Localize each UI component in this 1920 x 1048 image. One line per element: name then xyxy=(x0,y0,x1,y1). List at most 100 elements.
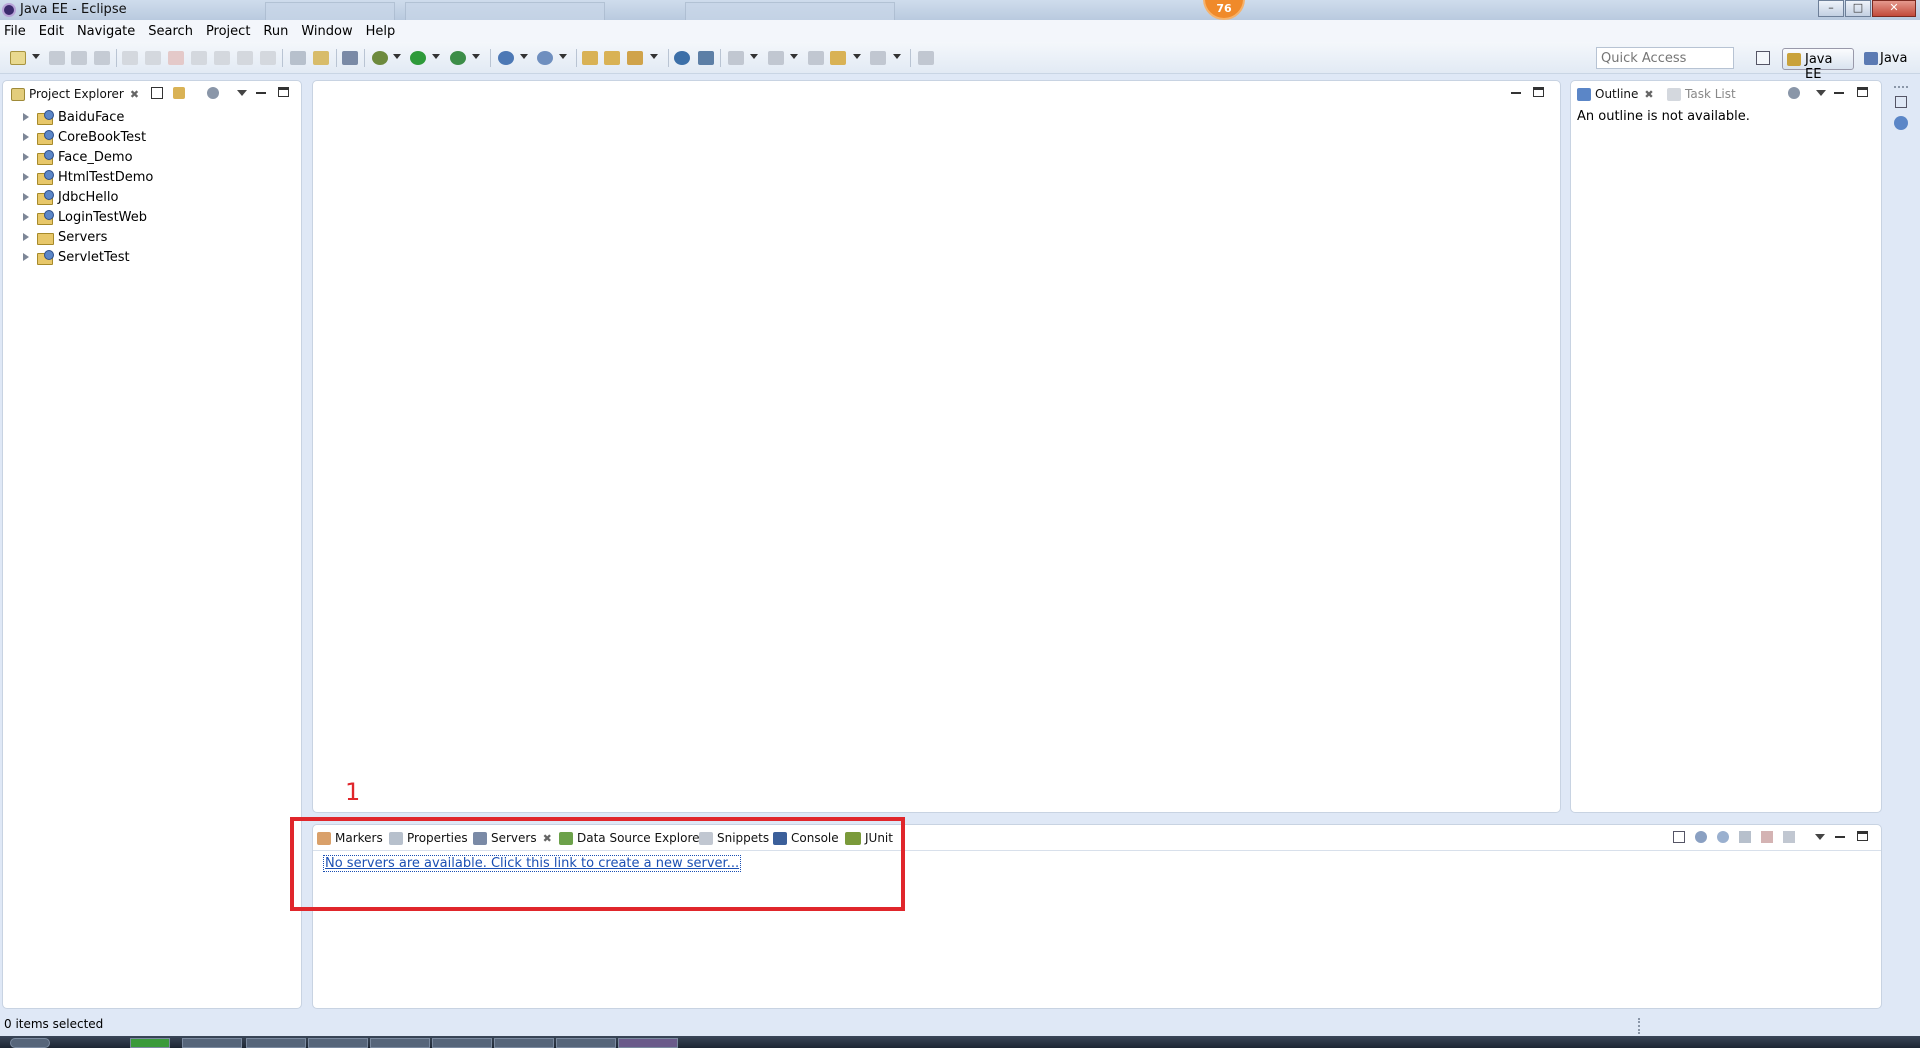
help-icon[interactable] xyxy=(1894,116,1908,130)
focus-icon[interactable] xyxy=(1788,87,1800,99)
suspend-icon[interactable] xyxy=(145,51,161,65)
new-icon[interactable] xyxy=(10,51,26,65)
expand-arrow-icon[interactable] xyxy=(23,213,29,221)
perspective-java-button[interactable]: Java xyxy=(1860,48,1918,70)
maximize-icon[interactable] xyxy=(1857,87,1868,97)
trim-handle[interactable] xyxy=(1894,86,1908,88)
tree-item-corebooktest[interactable]: CoreBookTest xyxy=(23,128,146,146)
disconnect-icon[interactable] xyxy=(191,51,207,65)
restore-icon[interactable] xyxy=(1895,96,1907,108)
search-dropdown-icon[interactable] xyxy=(650,54,658,59)
new-web-dropdown-icon[interactable] xyxy=(559,54,567,59)
new-server-icon[interactable] xyxy=(498,51,514,65)
tree-item-htmltestdemo[interactable]: HtmlTestDemo xyxy=(23,168,153,186)
build-icon[interactable] xyxy=(698,51,714,65)
last-edit-icon[interactable] xyxy=(808,51,824,65)
menu-file[interactable]: File xyxy=(4,24,26,39)
focus-icon[interactable] xyxy=(207,87,219,99)
minimize-icon[interactable] xyxy=(255,87,267,99)
close-icon[interactable]: ✖ xyxy=(130,88,139,101)
skip-breakpoints-icon[interactable] xyxy=(342,51,358,65)
open-console-icon[interactable] xyxy=(290,51,306,65)
taskbar-app[interactable] xyxy=(130,1038,170,1048)
publish-icon[interactable] xyxy=(1783,831,1795,843)
taskbar-app[interactable] xyxy=(432,1038,492,1048)
prev-annotation-dropdown-icon[interactable] xyxy=(790,54,798,59)
tree-item-servlettest[interactable]: ServletTest xyxy=(23,248,130,266)
tab-outline[interactable]: Outline ✖ xyxy=(1577,85,1654,103)
tree-item-servers[interactable]: Servers xyxy=(23,228,107,246)
perspective-java-ee-button[interactable]: Java EE xyxy=(1782,48,1854,82)
next-annotation-icon[interactable] xyxy=(728,51,744,65)
search-tool-icon[interactable] xyxy=(627,51,643,65)
taskbar-app[interactable] xyxy=(556,1038,616,1048)
notification-badge[interactable]: 76 xyxy=(1203,0,1245,20)
run-icon[interactable] xyxy=(410,51,426,65)
taskbar-app-eclipse[interactable] xyxy=(618,1038,678,1048)
menu-search[interactable]: Search xyxy=(148,24,193,39)
new-web-icon[interactable] xyxy=(537,51,553,65)
expand-arrow-icon[interactable] xyxy=(23,193,29,201)
taskbar-app[interactable] xyxy=(370,1038,430,1048)
start-button[interactable] xyxy=(10,1038,50,1048)
open-type-icon[interactable] xyxy=(582,51,598,65)
expand-arrow-icon[interactable] xyxy=(23,233,29,241)
collapse-all-icon[interactable] xyxy=(151,87,163,99)
menu-navigate[interactable]: Navigate xyxy=(77,24,135,39)
menu-run[interactable]: Run xyxy=(263,24,288,39)
back-icon[interactable] xyxy=(830,51,846,65)
maximize-icon[interactable] xyxy=(1533,87,1544,97)
forward-dropdown-icon[interactable] xyxy=(893,54,901,59)
step-over-icon[interactable] xyxy=(237,51,253,65)
tree-item-jdbchello[interactable]: JdbcHello xyxy=(23,188,118,206)
back-dropdown-icon[interactable] xyxy=(853,54,861,59)
editor-area[interactable] xyxy=(312,80,1561,813)
tab-project-explorer[interactable]: Project Explorer ✖ xyxy=(11,85,139,103)
pin-editor-icon[interactable] xyxy=(918,51,934,65)
forward-icon[interactable] xyxy=(870,51,886,65)
minimize-window-button[interactable]: – xyxy=(1818,0,1844,17)
start-server-icon[interactable] xyxy=(1717,831,1729,843)
expand-arrow-icon[interactable] xyxy=(23,153,29,161)
toggle-mark-icon[interactable] xyxy=(313,51,329,65)
status-grip[interactable] xyxy=(1638,1018,1640,1034)
new-dropdown-icon[interactable] xyxy=(32,54,40,59)
taskbar-app[interactable] xyxy=(494,1038,554,1048)
view-menu-icon[interactable] xyxy=(1816,90,1826,96)
tab-task-list[interactable]: Task List xyxy=(1667,85,1736,103)
tree-item-baiduface[interactable]: BaiduFace xyxy=(23,108,124,126)
debug-server-icon[interactable] xyxy=(1695,831,1707,843)
collapse-all-icon[interactable] xyxy=(1673,831,1685,843)
minimize-icon[interactable] xyxy=(1510,87,1522,99)
restore-window-button[interactable]: □ xyxy=(1845,0,1871,17)
debug-icon[interactable] xyxy=(372,51,388,65)
taskbar-app[interactable] xyxy=(182,1038,242,1048)
next-annotation-dropdown-icon[interactable] xyxy=(750,54,758,59)
step-into-icon[interactable] xyxy=(214,51,230,65)
open-perspective-icon[interactable] xyxy=(1756,51,1770,65)
stop-server-icon[interactable] xyxy=(1761,831,1773,843)
view-menu-icon[interactable] xyxy=(1815,834,1825,840)
terminate-icon[interactable] xyxy=(168,51,184,65)
coverage-dropdown-icon[interactable] xyxy=(472,54,480,59)
expand-arrow-icon[interactable] xyxy=(23,253,29,261)
tree-item-face-demo[interactable]: Face_Demo xyxy=(23,148,133,166)
link-with-editor-icon[interactable] xyxy=(173,87,185,99)
open-task-icon[interactable] xyxy=(604,51,620,65)
expand-arrow-icon[interactable] xyxy=(23,133,29,141)
save-all-icon[interactable] xyxy=(71,51,87,65)
close-window-button[interactable]: ✕ xyxy=(1872,0,1916,17)
close-icon[interactable]: ✖ xyxy=(1644,88,1653,101)
run-dropdown-icon[interactable] xyxy=(432,54,440,59)
maximize-icon[interactable] xyxy=(1857,831,1868,841)
expand-arrow-icon[interactable] xyxy=(23,173,29,181)
print-icon[interactable] xyxy=(94,51,110,65)
view-menu-icon[interactable] xyxy=(237,90,247,96)
web-browser-icon[interactable] xyxy=(674,51,690,65)
step-return-icon[interactable] xyxy=(260,51,276,65)
profile-server-icon[interactable] xyxy=(1739,831,1751,843)
prev-annotation-icon[interactable] xyxy=(768,51,784,65)
taskbar-app[interactable] xyxy=(308,1038,368,1048)
expand-arrow-icon[interactable] xyxy=(23,113,29,121)
menu-window[interactable]: Window xyxy=(301,24,352,39)
